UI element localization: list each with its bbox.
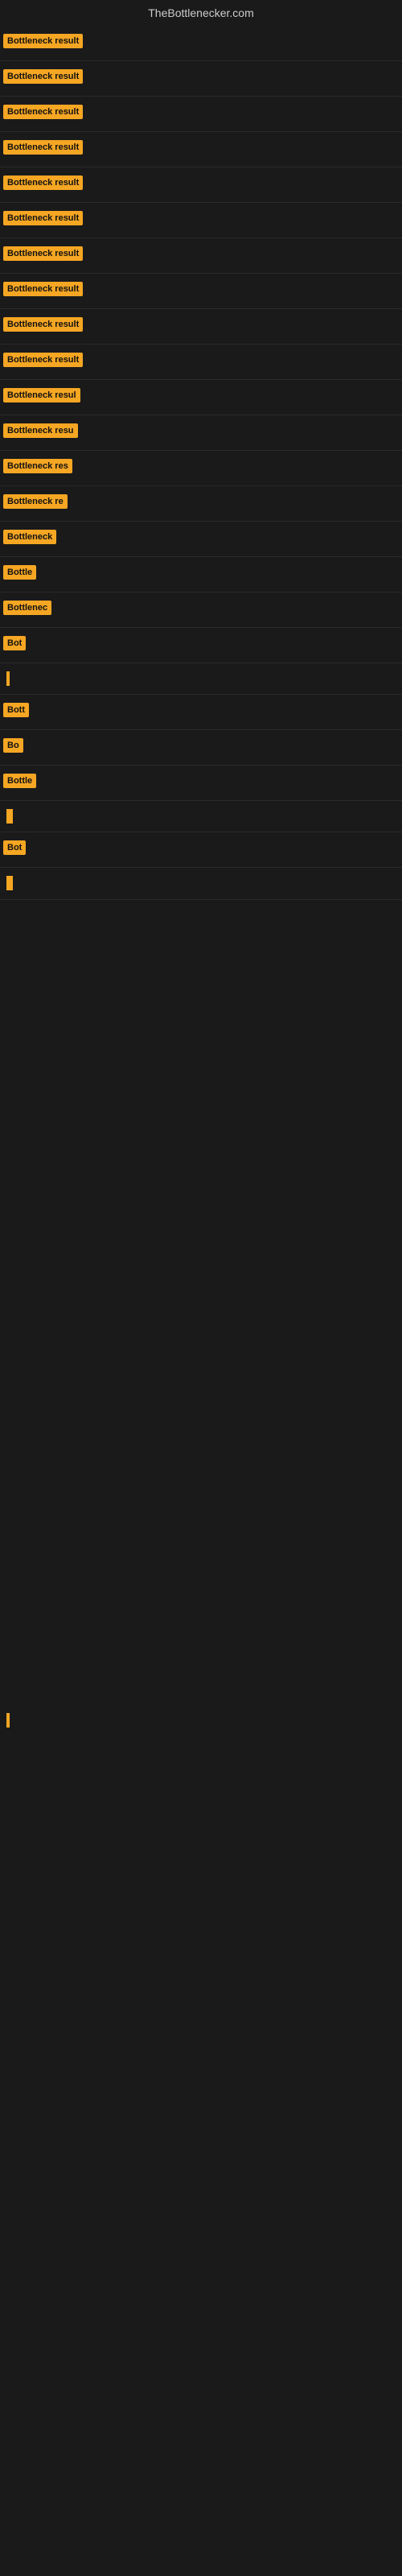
- result-row: Bott: [0, 695, 402, 730]
- result-row: Bottleneck result: [0, 26, 402, 61]
- result-row: Bottleneck resu: [0, 415, 402, 451]
- result-row: Bottle: [0, 766, 402, 801]
- bottleneck-bar-final: [6, 1713, 10, 1728]
- bottleneck-badge: Bot: [3, 840, 26, 855]
- result-row: Bottleneck result: [0, 238, 402, 274]
- result-row: [0, 663, 402, 695]
- result-row: Bottlenec: [0, 592, 402, 628]
- result-row: Bottleneck result: [0, 132, 402, 167]
- bottleneck-badge: Bottleneck result: [3, 140, 83, 155]
- result-row: Bottle: [0, 557, 402, 592]
- bottleneck-badge: Bottleneck resu: [3, 423, 78, 438]
- result-row: Bottleneck result: [0, 274, 402, 309]
- bottleneck-badge: Bott: [3, 703, 29, 717]
- bottleneck-bar: [6, 671, 10, 686]
- result-row: Bottleneck result: [0, 309, 402, 345]
- bottleneck-badge: Bottleneck result: [3, 211, 83, 225]
- result-row: Bottleneck res: [0, 451, 402, 486]
- bottleneck-badge: Bo: [3, 738, 23, 753]
- result-row: Bottleneck result: [0, 203, 402, 238]
- result-row: Bottleneck resul: [0, 380, 402, 415]
- bottleneck-badge: Bottleneck re: [3, 494, 68, 509]
- bottleneck-badge: Bot: [3, 636, 26, 650]
- result-row: Bo: [0, 730, 402, 766]
- bottleneck-badge: Bottleneck result: [3, 353, 83, 367]
- bottleneck-badge: Bottleneck result: [3, 69, 83, 84]
- bottleneck-badge: Bottleneck result: [3, 317, 83, 332]
- bottleneck-badge: Bottleneck result: [3, 175, 83, 190]
- bottleneck-badge: Bottle: [3, 565, 36, 580]
- result-row: Bottleneck result: [0, 61, 402, 97]
- bottleneck-badge: Bottleneck res: [3, 459, 72, 473]
- bottleneck-badge: Bottlenec: [3, 601, 51, 615]
- result-row: Bottleneck result: [0, 97, 402, 132]
- site-title: TheBottlenecker.com: [0, 0, 402, 26]
- result-row: Bottleneck: [0, 522, 402, 557]
- final-bar-row: [0, 1705, 402, 1736]
- bottleneck-badge: Bottleneck: [3, 530, 56, 544]
- bottleneck-badge: Bottleneck result: [3, 282, 83, 296]
- result-row: Bottleneck result: [0, 167, 402, 203]
- result-row: Bot: [0, 832, 402, 868]
- result-row: Bottleneck re: [0, 486, 402, 522]
- bottleneck-badge: Bottleneck result: [3, 105, 83, 119]
- result-row: Bot: [0, 628, 402, 663]
- result-row: [0, 801, 402, 832]
- result-row: Bottleneck result: [0, 345, 402, 380]
- bottleneck-badge: Bottleneck resul: [3, 388, 80, 402]
- bottleneck-bar: [6, 876, 13, 890]
- result-row: [0, 868, 402, 899]
- bottleneck-badge: Bottleneck result: [3, 34, 83, 48]
- bottleneck-badge: Bottle: [3, 774, 36, 788]
- bottleneck-badge: Bottleneck result: [3, 246, 83, 261]
- bottleneck-bar: [6, 809, 13, 824]
